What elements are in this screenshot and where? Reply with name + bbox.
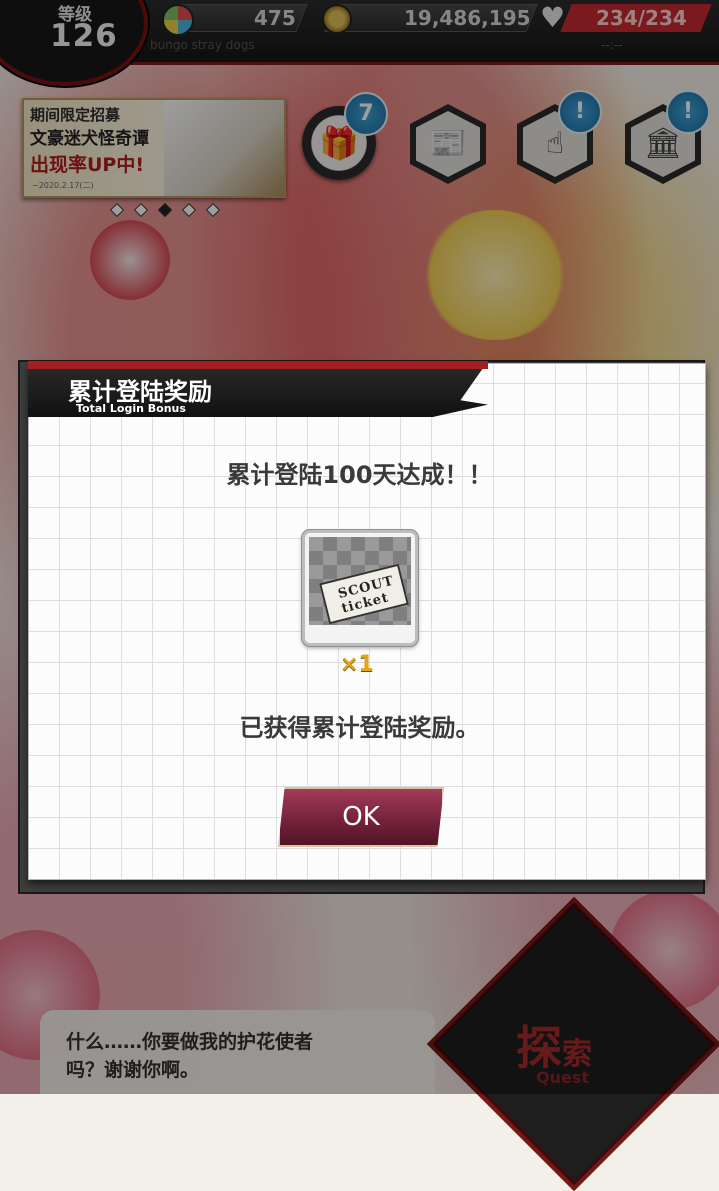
obtained-message: 已获得累计登陆奖励。 [239,714,480,742]
reward-quantity: ×1 [340,652,374,677]
ok-button[interactable]: OK [278,787,444,847]
modal-subtitle: Total Login Bonus [76,402,186,415]
reward-item-frame: SCOUT ticket [302,530,418,646]
achievement-text: 累计登陆100天达成！！ [226,461,493,489]
modal-header-accent [28,361,488,369]
